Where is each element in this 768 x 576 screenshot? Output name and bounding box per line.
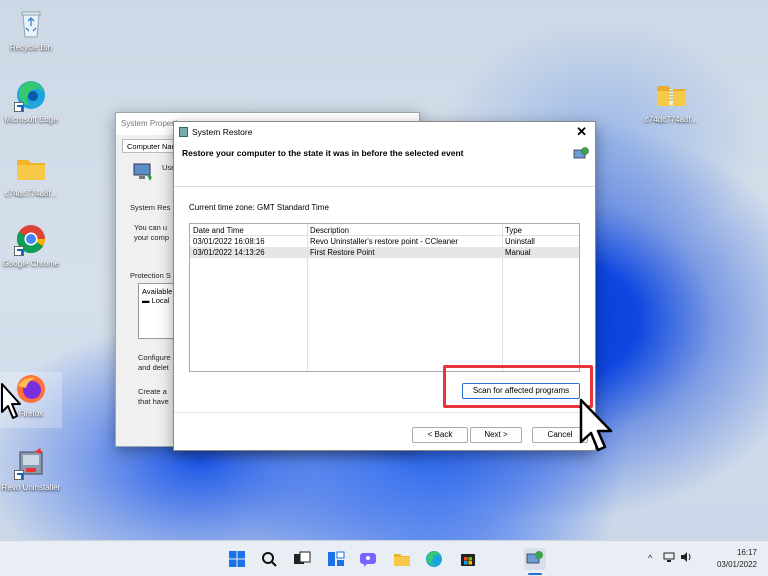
desktop-icon-recycle-bin[interactable]: Recycle Bin — [0, 6, 62, 53]
zip-folder-icon — [654, 78, 688, 112]
configure-text-line: Configure — [138, 353, 171, 362]
chevron-up-icon[interactable]: ^ — [648, 553, 652, 563]
protection-settings-label: Protection S — [130, 271, 171, 280]
desktop-icon-revo[interactable]: Revo Uninstaller — [0, 446, 62, 493]
mouse-cursor-icon — [0, 382, 22, 424]
cell-type: Uninstall — [505, 237, 535, 246]
system-restore-section-label: System Res — [130, 203, 171, 212]
search-icon[interactable] — [260, 550, 278, 568]
drive-icon: ▬ — [142, 296, 152, 305]
desktop-icon-label: Microsoft Edge — [4, 115, 58, 124]
chat-icon[interactable] — [359, 550, 377, 568]
configure-text-line: and delet — [138, 363, 169, 372]
desktop-icon-folder[interactable]: c74dc774a8f... — [0, 152, 62, 199]
system-restore-icon[interactable] — [524, 548, 546, 570]
desktop-icon-label: c74dc774a8f... — [644, 115, 698, 124]
system-restore-icon — [179, 127, 188, 137]
shortcut-arrow-icon — [14, 470, 24, 480]
desktop-icon-label: Google Chrome — [2, 259, 60, 268]
highlight-box — [443, 365, 593, 408]
close-button[interactable]: ✕ — [576, 124, 587, 140]
start-icon[interactable] — [228, 550, 246, 568]
computer-icon — [132, 161, 154, 183]
footer-divider — [174, 412, 595, 413]
clock-date[interactable]: 03/01/2022 — [705, 560, 757, 569]
clock-time[interactable]: 16:17 — [717, 548, 757, 557]
page-heading: Restore your computer to the state it wa… — [182, 148, 464, 158]
folder-icon — [14, 152, 48, 186]
store-icon[interactable] — [459, 550, 477, 568]
active-app-indicator — [528, 573, 542, 575]
restore-description-line: your comp — [134, 233, 170, 242]
header-divider — [174, 186, 595, 187]
back-button[interactable]: < Back — [412, 427, 468, 443]
table-row[interactable]: 03/01/2022 16:08:16 Revo Uninstaller's r… — [190, 236, 579, 247]
volume-icon[interactable] — [680, 551, 692, 565]
desktop-icon-label: Revo Uninstaller — [1, 483, 61, 492]
restore-points-table[interactable]: Date and Time Description Type 03/01/202… — [189, 223, 580, 372]
window-title: System Restore — [192, 127, 253, 137]
mouse-cursor-icon — [578, 398, 614, 460]
edge-icon — [14, 78, 48, 112]
cell-date: 03/01/2022 14:13:26 — [193, 248, 265, 257]
cell-type: Manual — [505, 248, 531, 257]
next-button[interactable]: Next > — [470, 427, 522, 443]
desktop-icon-edge[interactable]: Microsoft Edge — [0, 78, 62, 125]
network-icon[interactable] — [663, 551, 675, 565]
cell-date: 03/01/2022 16:08:16 — [193, 237, 265, 246]
title-bar: System Restore ✕ — [174, 122, 595, 142]
column-header-type[interactable]: Type — [502, 225, 580, 236]
column-header-description[interactable]: Description — [307, 225, 501, 236]
file-explorer-icon[interactable] — [393, 550, 411, 568]
desktop-icon-chrome[interactable]: Google Chrome — [0, 222, 62, 269]
task-view-icon[interactable] — [293, 550, 311, 568]
create-text-line: Create a — [138, 387, 167, 396]
desktop-icon-label: Recycle Bin — [9, 43, 53, 52]
cell-description: Revo Uninstaller's restore point - CClea… — [310, 237, 458, 246]
list-item-label: Local — [151, 296, 170, 305]
restore-header-icon — [573, 146, 589, 162]
revo-uninstaller-icon — [14, 446, 48, 480]
desktop-icon-label: c74dc774a8f... — [4, 189, 58, 198]
table-header: Date and Time Description Type — [190, 225, 579, 236]
list-header: Available — [142, 287, 173, 296]
chrome-icon — [14, 222, 48, 256]
timezone-label: Current time zone: GMT Standard Time — [189, 203, 329, 212]
column-header-date[interactable]: Date and Time — [190, 225, 306, 236]
table-row[interactable]: 03/01/2022 14:13:26 First Restore Point … — [190, 247, 579, 258]
recycle-bin-icon — [14, 6, 48, 40]
create-text-line: that have — [138, 397, 169, 406]
shortcut-arrow-icon — [14, 102, 24, 112]
widgets-icon[interactable] — [327, 550, 345, 568]
restore-description-line: You can u — [134, 223, 168, 232]
edge-icon[interactable] — [425, 550, 443, 568]
cell-description: First Restore Point — [310, 248, 375, 257]
desktop-icon-zip-folder[interactable]: c74dc774a8f... — [640, 78, 702, 125]
list-item[interactable]: ▬ Local — [142, 296, 172, 305]
drives-list[interactable]: Available ▬ Local — [138, 283, 176, 339]
taskbar: ^ 16:17 03/01/2022 — [0, 540, 768, 576]
shortcut-arrow-icon — [14, 246, 24, 256]
